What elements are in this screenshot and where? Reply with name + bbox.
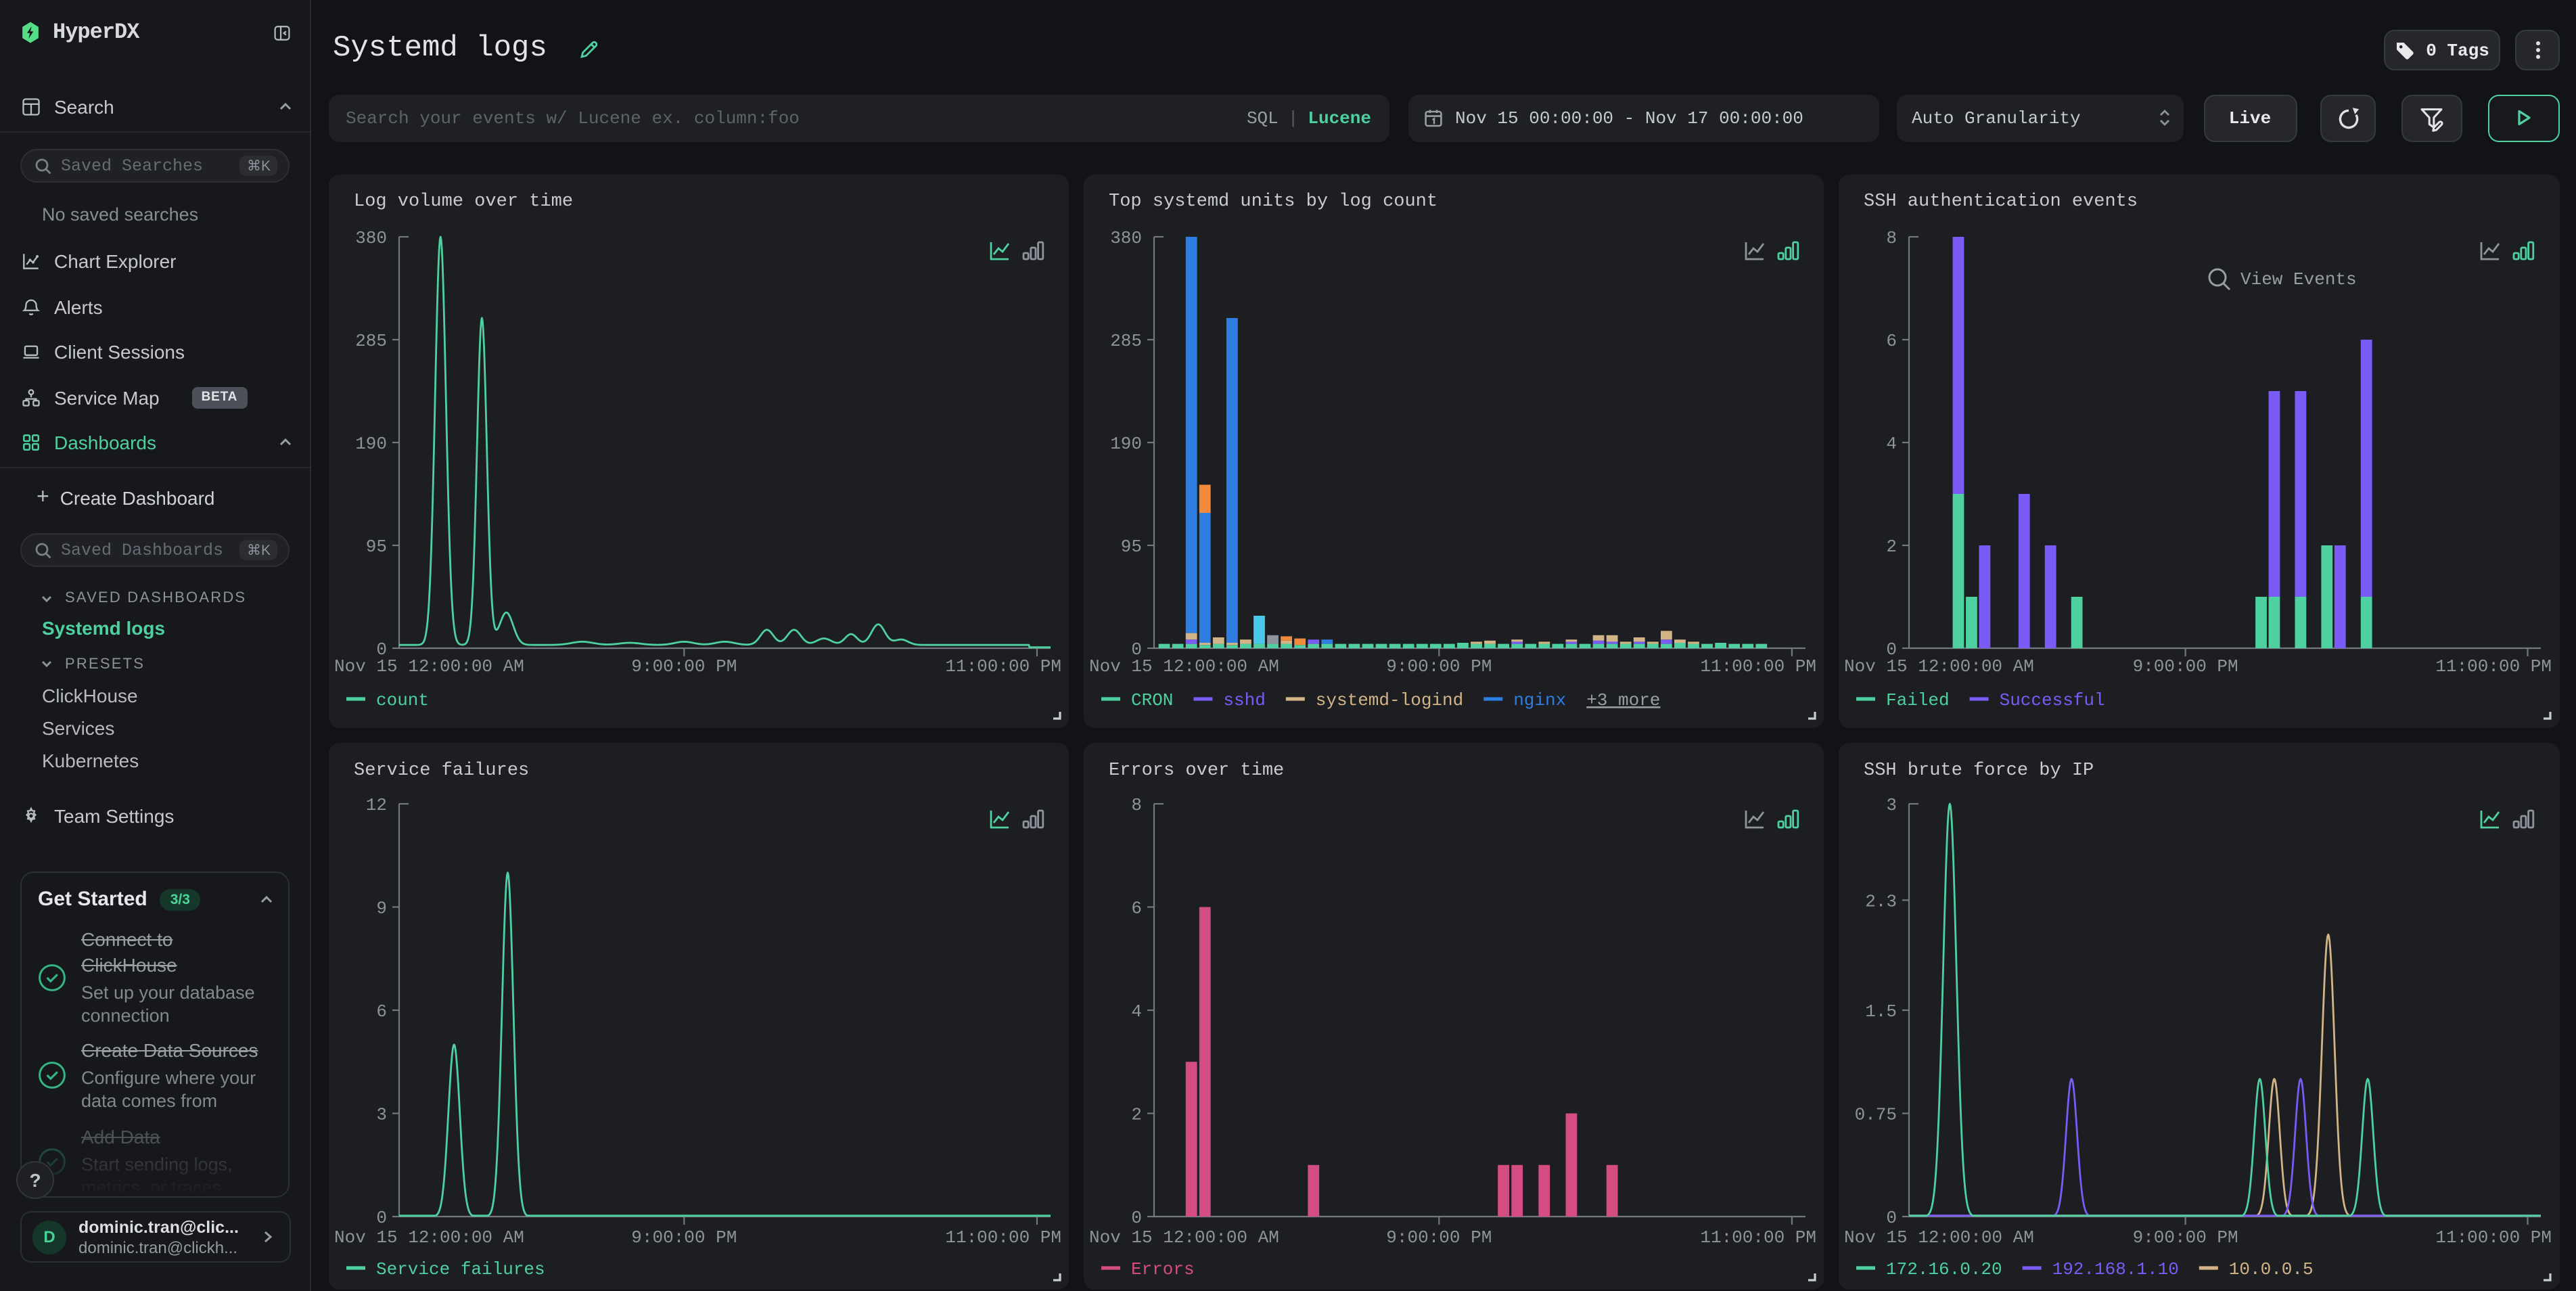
svg-text:0.75: 0.75 xyxy=(1855,1105,1897,1125)
svg-text:SSH authentication events: SSH authentication events xyxy=(1864,191,2138,212)
svg-text:0: 0 xyxy=(1886,1208,1897,1228)
svg-text:4: 4 xyxy=(1886,434,1897,454)
svg-text:9:00:00 PM: 9:00:00 PM xyxy=(630,1227,736,1248)
svg-text:380: 380 xyxy=(354,228,386,248)
svg-text:1.5: 1.5 xyxy=(1865,1001,1897,1022)
svg-text:8: 8 xyxy=(1886,228,1897,248)
svg-text:Nov 15 12:00:00 AM: Nov 15 12:00:00 AM xyxy=(1088,656,1279,677)
svg-text:9: 9 xyxy=(375,899,386,919)
svg-text:11:00:00 PM: 11:00:00 PM xyxy=(944,656,1061,677)
svg-text:Nov 15 12:00:00 AM: Nov 15 12:00:00 AM xyxy=(1844,656,2034,677)
svg-text:systemd-logind: systemd-logind xyxy=(1315,690,1463,710)
svg-text:9:00:00 PM: 9:00:00 PM xyxy=(1385,1227,1491,1248)
svg-text:Nov 15 12:00:00 AM: Nov 15 12:00:00 AM xyxy=(334,656,524,677)
svg-text:285: 285 xyxy=(354,331,386,351)
svg-text:2: 2 xyxy=(1130,1105,1141,1125)
svg-text:Log volume over time: Log volume over time xyxy=(353,191,572,212)
svg-text:11:00:00 PM: 11:00:00 PM xyxy=(2435,656,2552,677)
svg-text:Errors over time: Errors over time xyxy=(1108,761,1283,781)
svg-text:Top systemd units by log count: Top systemd units by log count xyxy=(1108,191,1437,212)
svg-text:11:00:00 PM: 11:00:00 PM xyxy=(1699,1227,1816,1248)
svg-text:9:00:00 PM: 9:00:00 PM xyxy=(1385,656,1491,677)
svg-text:nginx: nginx xyxy=(1513,690,1565,710)
svg-text:12: 12 xyxy=(365,795,386,815)
svg-text:6: 6 xyxy=(1130,899,1141,919)
svg-text:380: 380 xyxy=(1109,228,1141,248)
svg-text:3: 3 xyxy=(375,1105,386,1125)
svg-text:6: 6 xyxy=(375,1001,386,1022)
svg-text:0: 0 xyxy=(1130,1208,1141,1228)
svg-text:6: 6 xyxy=(1886,331,1897,351)
svg-text:Nov 15 12:00:00 AM: Nov 15 12:00:00 AM xyxy=(1844,1227,2034,1248)
svg-text:0: 0 xyxy=(375,1208,386,1228)
svg-text:sshd: sshd xyxy=(1222,690,1264,710)
svg-text:9:00:00 PM: 9:00:00 PM xyxy=(630,656,736,677)
svg-text:11:00:00 PM: 11:00:00 PM xyxy=(2435,1227,2552,1248)
svg-text:190: 190 xyxy=(1109,434,1141,454)
svg-text:+3 more: +3 more xyxy=(1586,690,1659,710)
svg-text:3: 3 xyxy=(1886,795,1897,815)
svg-text:172.16.0.20: 172.16.0.20 xyxy=(1886,1259,2002,1279)
svg-text:8: 8 xyxy=(1130,795,1141,815)
svg-text:count: count xyxy=(375,690,428,710)
svg-text:Nov 15 12:00:00 AM: Nov 15 12:00:00 AM xyxy=(334,1227,524,1248)
svg-text:4: 4 xyxy=(1130,1001,1141,1022)
svg-text:9:00:00 PM: 9:00:00 PM xyxy=(2133,656,2238,677)
svg-text:192.168.1.10: 192.168.1.10 xyxy=(2052,1259,2179,1279)
svg-text:2.3: 2.3 xyxy=(1865,891,1897,911)
svg-text:11:00:00 PM: 11:00:00 PM xyxy=(944,1227,1061,1248)
svg-text:Service failures: Service failures xyxy=(375,1259,545,1279)
svg-text:190: 190 xyxy=(354,434,386,454)
svg-text:Nov 15 12:00:00 AM: Nov 15 12:00:00 AM xyxy=(1088,1227,1279,1248)
svg-text:2: 2 xyxy=(1886,537,1897,557)
svg-text:95: 95 xyxy=(1120,537,1141,557)
svg-text:9:00:00 PM: 9:00:00 PM xyxy=(2133,1227,2238,1248)
svg-text:11:00:00 PM: 11:00:00 PM xyxy=(1699,656,1816,677)
svg-text:95: 95 xyxy=(365,537,386,557)
svg-text:SSH brute force by IP: SSH brute force by IP xyxy=(1864,761,2094,781)
svg-text:Service failures: Service failures xyxy=(353,761,528,781)
svg-text:Successful: Successful xyxy=(2000,690,2105,710)
svg-text:CRON: CRON xyxy=(1130,690,1172,710)
svg-text:10.0.0.5: 10.0.0.5 xyxy=(2229,1259,2314,1279)
svg-text:Failed: Failed xyxy=(1886,690,1950,710)
svg-text:Errors: Errors xyxy=(1130,1259,1194,1279)
svg-text:285: 285 xyxy=(1109,331,1141,351)
svg-text:View Events: View Events xyxy=(2240,269,2357,290)
